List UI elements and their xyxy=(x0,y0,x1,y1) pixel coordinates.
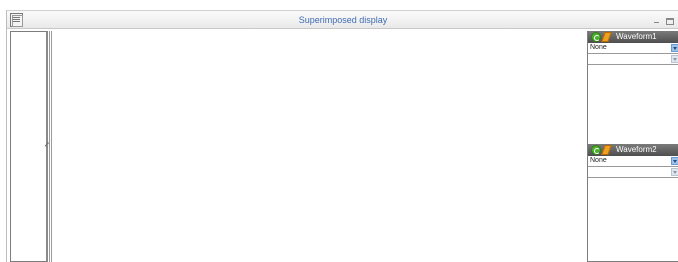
pencil-icon[interactable] xyxy=(601,32,612,42)
waveform-display-area[interactable] xyxy=(53,31,587,262)
waveform2-source-select[interactable]: None xyxy=(588,156,678,167)
waveform2-source-value: None xyxy=(590,157,607,164)
chevron-down-icon[interactable] xyxy=(671,157,678,165)
waveform1-source-select[interactable]: None xyxy=(588,43,678,54)
waveform1-panel: Waveform1 None xyxy=(587,31,678,145)
refresh-icon[interactable] xyxy=(591,32,601,42)
title-bar[interactable]: Superimposed display × xyxy=(7,11,678,29)
vertical-splitter[interactable] xyxy=(49,31,52,262)
chevron-down-icon[interactable] xyxy=(671,168,678,176)
waveform2-secondary-select[interactable] xyxy=(588,167,678,178)
waveform2-header: Waveform2 xyxy=(588,144,678,156)
refresh-icon[interactable] xyxy=(591,145,601,155)
waveform1-secondary-select[interactable] xyxy=(588,54,678,65)
waveform2-panel: Waveform2 None xyxy=(587,144,678,262)
waveform2-title: Waveform2 xyxy=(616,145,657,154)
waveform1-header: Waveform1 xyxy=(588,31,678,43)
waveform1-source-value: None xyxy=(590,44,607,51)
waveform1-title: Waveform1 xyxy=(616,32,657,41)
minimize-icon[interactable] xyxy=(652,15,662,25)
maximize-icon[interactable] xyxy=(665,15,675,25)
pencil-icon[interactable] xyxy=(601,145,612,155)
chevron-down-icon[interactable] xyxy=(671,44,678,52)
chevron-down-icon[interactable] xyxy=(671,55,678,63)
window-title: Superimposed display xyxy=(298,15,388,25)
superimposed-display-window: Superimposed display × ↕ Waveform1 None … xyxy=(6,10,678,262)
